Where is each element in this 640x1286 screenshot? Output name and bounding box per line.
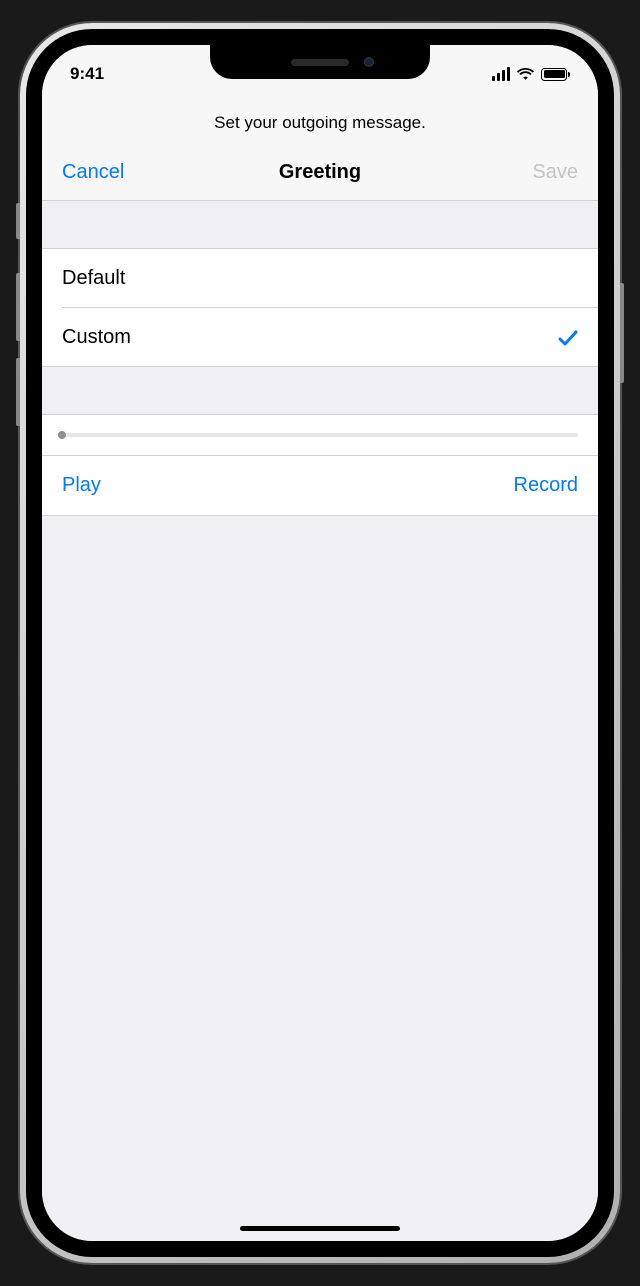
option-label: Custom: [62, 326, 131, 349]
volume-up-button: [16, 273, 20, 341]
page-subtitle: Set your outgoing message.: [42, 95, 598, 149]
volume-down-button: [16, 358, 20, 426]
speaker-grille: [291, 59, 349, 66]
status-time: 9:41: [70, 56, 190, 84]
notch: [210, 45, 430, 79]
record-button[interactable]: Record: [514, 474, 578, 497]
greeting-option-custom[interactable]: Custom: [42, 308, 598, 367]
empty-area: [42, 516, 598, 1241]
wifi-icon: [516, 67, 535, 81]
mute-switch: [16, 203, 20, 239]
play-button[interactable]: Play: [62, 474, 101, 497]
nav-bar: Cancel Greeting Save: [42, 149, 598, 201]
playback-thumb[interactable]: [58, 431, 66, 439]
phone-bezel: 9:41: [26, 29, 614, 1257]
section-spacer: [42, 201, 598, 249]
greeting-option-default[interactable]: Default: [42, 249, 598, 308]
home-indicator[interactable]: [240, 1226, 400, 1231]
page-title: Greeting: [279, 161, 361, 184]
battery-icon: [541, 68, 570, 81]
phone-frame: 9:41: [20, 23, 620, 1263]
option-label: Default: [62, 267, 125, 290]
front-camera: [364, 57, 374, 67]
playback-progress-row: [42, 415, 598, 456]
action-row: Play Record: [42, 456, 598, 516]
power-button: [620, 283, 624, 383]
section-spacer: [42, 367, 598, 415]
save-button[interactable]: Save: [488, 161, 578, 184]
playback-slider[interactable]: [62, 433, 578, 437]
cellular-signal-icon: [492, 67, 511, 81]
cancel-button[interactable]: Cancel: [62, 161, 152, 184]
checkmark-icon: [558, 329, 578, 347]
screen: 9:41: [42, 45, 598, 1241]
